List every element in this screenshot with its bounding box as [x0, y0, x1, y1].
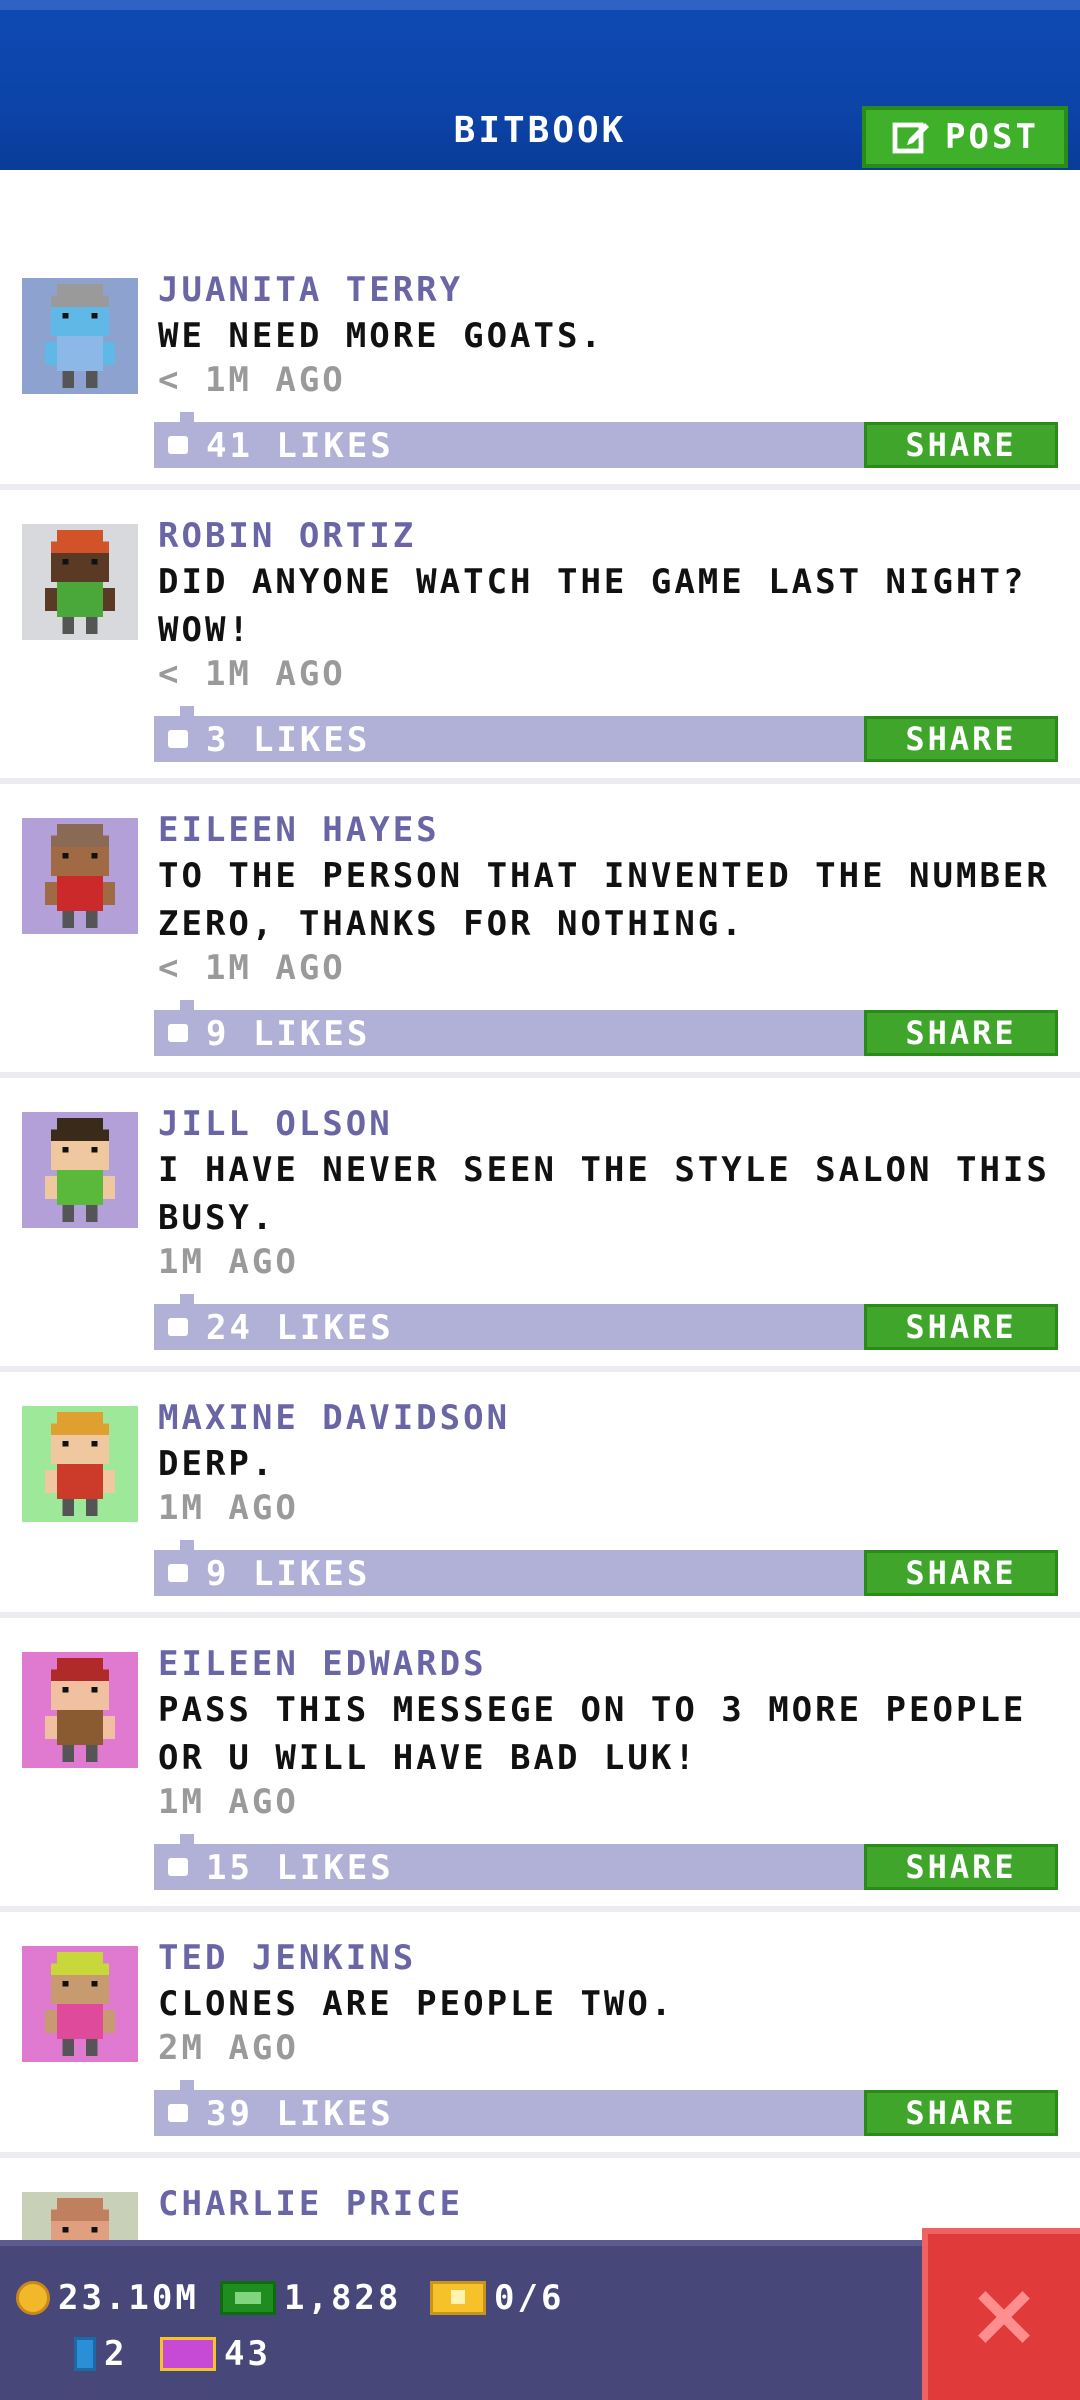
post-divider [0, 778, 1080, 784]
edit-icon [892, 122, 930, 154]
post-button[interactable]: POST [862, 106, 1068, 168]
likes-bar[interactable]: 39 LIKES [154, 2080, 864, 2136]
post-text: DERP. [158, 1444, 276, 1484]
poster-name: MAXINE DAVIDSON [158, 1398, 511, 1438]
share-button[interactable]: SHARE [864, 422, 1058, 468]
close-icon [978, 2291, 1030, 2343]
post-text: PASS THIS MESSEGE ON TO 3 MORE PEOPLE OR… [158, 1690, 1027, 1778]
news-feed[interactable]: JUANITA TERRY WE NEED MORE GOATS. < 1M AGO… [0, 170, 1080, 2240]
avatar [22, 1112, 138, 1228]
coin-icon [16, 2281, 50, 2315]
post-button-label: POST [945, 117, 1039, 157]
share-button[interactable]: SHARE [864, 1844, 1058, 1890]
avatar [22, 818, 138, 934]
coins-value: 23.10M [58, 2278, 199, 2318]
likes-count: 41 LIKES [206, 426, 394, 466]
likes-notch [180, 1294, 194, 1304]
likes-bar[interactable]: 3 LIKES [154, 706, 864, 762]
post-text: TO THE PERSON THAT INVENTED THE NUMBER Z… [158, 856, 1050, 944]
likes-notch [180, 1000, 194, 1010]
thumbs-up-icon [168, 1024, 188, 1042]
thumbs-up-icon [168, 1318, 188, 1336]
likes-bar[interactable]: 9 LIKES [154, 1540, 864, 1596]
likes-bar[interactable]: 24 LIKES [154, 1294, 864, 1350]
likes-notch [180, 1540, 194, 1550]
likes-notch [180, 706, 194, 716]
tickets-stat: 0/6 [430, 2278, 564, 2318]
likes-count: 39 LIKES [206, 2094, 394, 2134]
post-time: < 1M AGO [158, 360, 346, 400]
avatar [22, 1946, 138, 2062]
likes-notch [180, 412, 194, 422]
app-header: BITBOOK POST [0, 0, 1080, 170]
post-divider [0, 1906, 1080, 1912]
post-divider [0, 484, 1080, 490]
poster-name: JUANITA TERRY [158, 270, 464, 310]
share-button[interactable]: SHARE [864, 1304, 1058, 1350]
likes-count: 9 LIKES [206, 1554, 371, 1594]
post-divider [0, 1612, 1080, 1618]
avatar [22, 1652, 138, 1768]
avatar [22, 524, 138, 640]
poster-name: JILL OLSON [158, 1104, 393, 1144]
post-divider [0, 2152, 1080, 2158]
bitbook-icon [74, 2337, 96, 2371]
avatar [22, 278, 138, 394]
poster-name: CHARLIE PRICE [158, 2184, 464, 2224]
bitbook-stat: 2 [74, 2334, 127, 2374]
status-bar: 23.10M 1,828 0/6 2 43 [0, 2240, 1080, 2400]
coins-stat: 23.10M [16, 2278, 199, 2318]
post-text: CLONES ARE PEOPLE TWO. [158, 1984, 675, 2024]
likes-notch [180, 2080, 194, 2090]
likes-bar[interactable]: 9 LIKES [154, 1000, 864, 1056]
thumbs-up-icon [168, 2104, 188, 2122]
likes-count: 24 LIKES [206, 1308, 394, 1348]
likes-count: 15 LIKES [206, 1848, 394, 1888]
bitbook-value: 2 [104, 2334, 128, 2374]
likes-bar[interactable]: 15 LIKES [154, 1834, 864, 1890]
post-time: < 1M AGO [158, 654, 346, 694]
poster-name: TED JENKINS [158, 1938, 417, 1978]
likes-count: 3 LIKES [206, 720, 371, 760]
post-divider [0, 1366, 1080, 1372]
vip-value: 43 [224, 2334, 271, 2374]
bux-icon [220, 2281, 276, 2315]
avatar [22, 2192, 138, 2240]
ticket-icon [430, 2281, 486, 2315]
likes-count: 9 LIKES [206, 1014, 371, 1054]
share-button[interactable]: SHARE [864, 1550, 1058, 1596]
likes-notch [180, 1834, 194, 1844]
bux-value: 1,828 [284, 2278, 402, 2318]
vip-icon [160, 2337, 216, 2371]
post-time: < 1M AGO [158, 948, 346, 988]
close-button[interactable] [922, 2228, 1080, 2400]
share-button[interactable]: SHARE [864, 1010, 1058, 1056]
post-time: 1M AGO [158, 1488, 299, 1528]
poster-name: ROBIN ORTIZ [158, 516, 417, 556]
bux-stat: 1,828 [220, 2278, 401, 2318]
share-button[interactable]: SHARE [864, 2090, 1058, 2136]
poster-name: EILEEN HAYES [158, 810, 440, 850]
post-text: DID ANYONE WATCH THE GAME LAST NIGHT? WO… [158, 562, 1027, 650]
post-time: 1M AGO [158, 1242, 299, 1282]
likes-bar[interactable]: 41 LIKES [154, 412, 864, 468]
share-button[interactable]: SHARE [864, 716, 1058, 762]
post-divider [0, 1072, 1080, 1078]
post-text: I HAVE NEVER SEEN THE STYLE SALON THIS B… [158, 1150, 1050, 1238]
vip-stat: 43 [160, 2334, 271, 2374]
thumbs-up-icon [168, 436, 188, 454]
tickets-value: 0/6 [494, 2278, 565, 2318]
thumbs-up-icon [168, 730, 188, 748]
post-time: 2M AGO [158, 2028, 299, 2068]
thumbs-up-icon [168, 1858, 188, 1876]
poster-name: EILEEN EDWARDS [158, 1644, 487, 1684]
post-text: WE NEED MORE GOATS. [158, 316, 604, 356]
avatar [22, 1406, 138, 1522]
post-time: 1M AGO [158, 1782, 299, 1822]
thumbs-up-icon [168, 1564, 188, 1582]
